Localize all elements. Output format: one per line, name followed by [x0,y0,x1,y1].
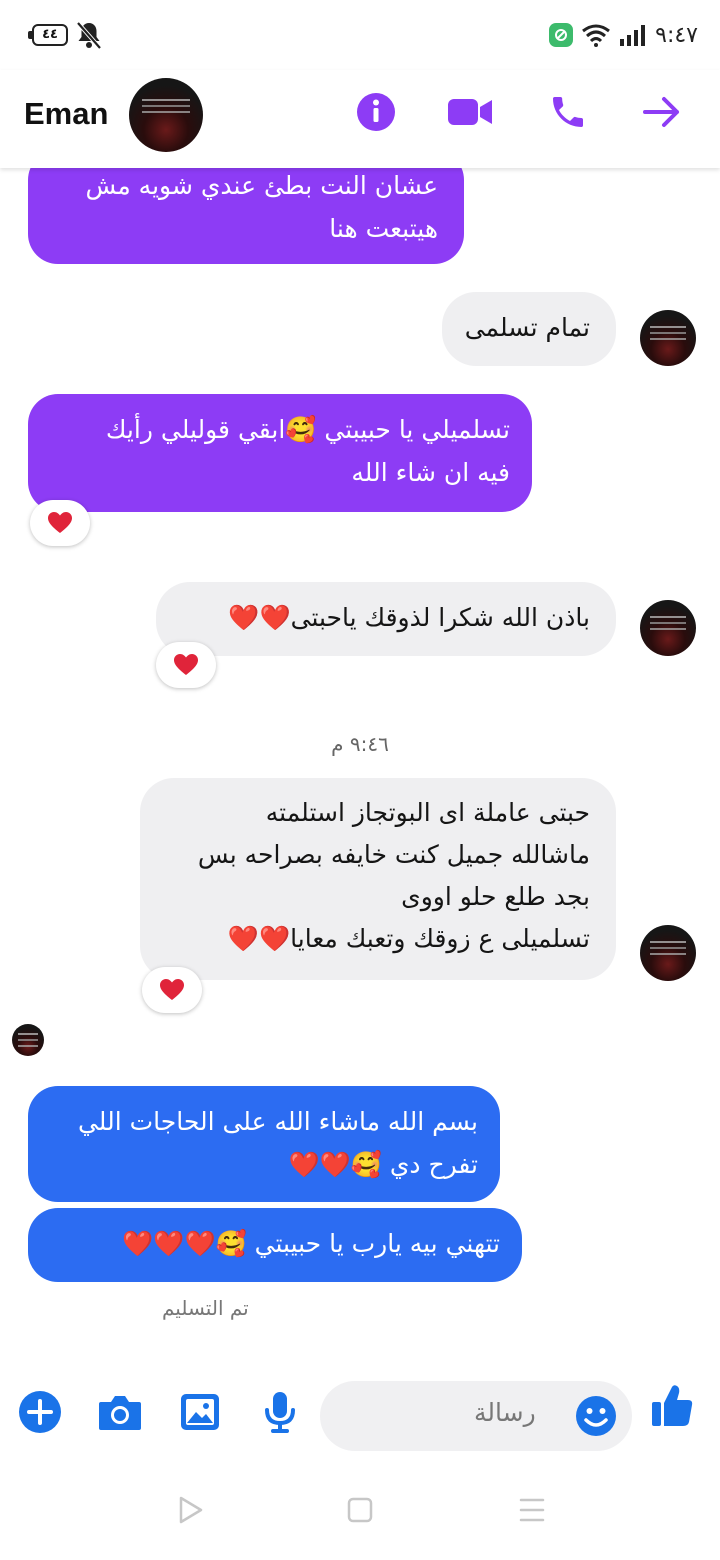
message-bubble-received[interactable]: حبتى عاملة اى البوتجاز استلمته ماشالله ج… [140,778,616,980]
back-icon [179,1496,203,1524]
contact-name[interactable]: Eman [24,96,108,132]
sender-avatar[interactable] [640,600,696,656]
emoji-icon [576,1396,616,1436]
battery-icon: ٤٤ [28,24,68,46]
nav-recents-button[interactable] [512,1490,552,1530]
battery-level: ٤٤ [42,27,58,42]
message-bubble-sent[interactable]: بسم الله ماشاء الله على الحاجات اللي تفر… [28,1086,500,1202]
heart-icon [174,654,198,675]
seen-avatar [12,1024,44,1056]
camera-icon [99,1396,141,1430]
message-line: باذن الله شكرا لذوقك ياحبتى❤️❤️ [228,603,590,632]
signal-icon [620,25,646,46]
message-line: تفرح دي 🥰❤️❤️ [288,1150,478,1179]
chat-header: Eman [0,70,720,168]
bell-muted-icon [76,21,102,50]
heart-icon [160,979,184,1000]
message-input-placeholder: رسالة [474,1398,536,1427]
message-line: بسم الله ماشاء الله على الحاجات اللي [77,1107,478,1136]
camera-button[interactable] [96,1388,144,1436]
message-bubble-received[interactable]: باذن الله شكرا لذوقك ياحبتى❤️❤️ [156,582,616,656]
plus-icon [19,1391,61,1433]
contact-avatar[interactable] [129,78,203,152]
message-line: عشان النت بطئ عندي شويه مش [85,171,438,200]
reaction-badge[interactable] [142,967,202,1013]
message-timestamp: ٩:٤٦ م [331,732,389,756]
app-badge-icon [549,23,574,47]
nav-back-button[interactable] [170,1490,210,1530]
phone-call-button[interactable] [544,88,592,136]
voice-button[interactable] [256,1388,304,1436]
like-button[interactable] [648,1382,696,1430]
forward-arrow-icon [643,97,679,127]
clock: ٩:٤٧ [655,22,698,48]
nav-home-button[interactable] [340,1490,380,1530]
message-line: حبتى عاملة اى البوتجاز استلمته [265,798,590,827]
recents-icon [519,1498,545,1522]
gallery-button[interactable] [176,1388,224,1436]
message-line: فيه ان شاء الله [351,458,510,487]
message-bubble-sent[interactable]: تتهني بيه يارب يا حبيبتي 🥰❤️❤️❤️ [28,1208,522,1282]
add-button[interactable] [16,1388,64,1436]
mic-icon [265,1392,295,1433]
message-line: تسلميلى ع زوقك وتعبك معايا❤️❤️ [227,924,590,953]
delivered-status: تم التسليم [162,1296,249,1320]
message-line: ماشالله جميل كنت خايفه بصراحه بس [197,840,590,869]
thumbs-up-icon [652,1385,693,1426]
video-call-icon [448,99,492,125]
reaction-badge[interactable] [30,500,90,546]
info-button[interactable] [352,88,400,136]
message-line: تمام تسلمى [464,313,590,342]
message-line: هيتبعت هنا [329,214,438,243]
message-line: تتهني بيه يارب يا حبيبتي 🥰❤️❤️❤️ [122,1229,500,1258]
video-call-button[interactable] [446,88,494,136]
forward-button[interactable] [638,88,686,136]
sender-avatar[interactable] [640,925,696,981]
gallery-icon [181,1394,219,1430]
message-line: بجد طلع حلو اووى [401,882,590,911]
reaction-badge[interactable] [156,642,216,688]
emoji-button[interactable] [572,1392,620,1440]
info-icon [357,93,395,131]
home-icon [347,1497,373,1523]
phone-icon [553,97,583,127]
heart-icon [48,512,72,533]
wifi-icon [582,24,611,47]
message-bubble-sent[interactable]: تسلميلي يا حبيبتي 🥰ابقي قوليلي رأيك فيه … [28,394,532,512]
message-line: تسلميلي يا حبيبتي 🥰ابقي قوليلي رأيك [105,415,510,444]
sender-avatar[interactable] [640,310,696,366]
message-bubble-received[interactable]: تمام تسلمى [442,292,616,366]
status-bar: ٤٤ ٩:٤٧ [0,0,720,70]
